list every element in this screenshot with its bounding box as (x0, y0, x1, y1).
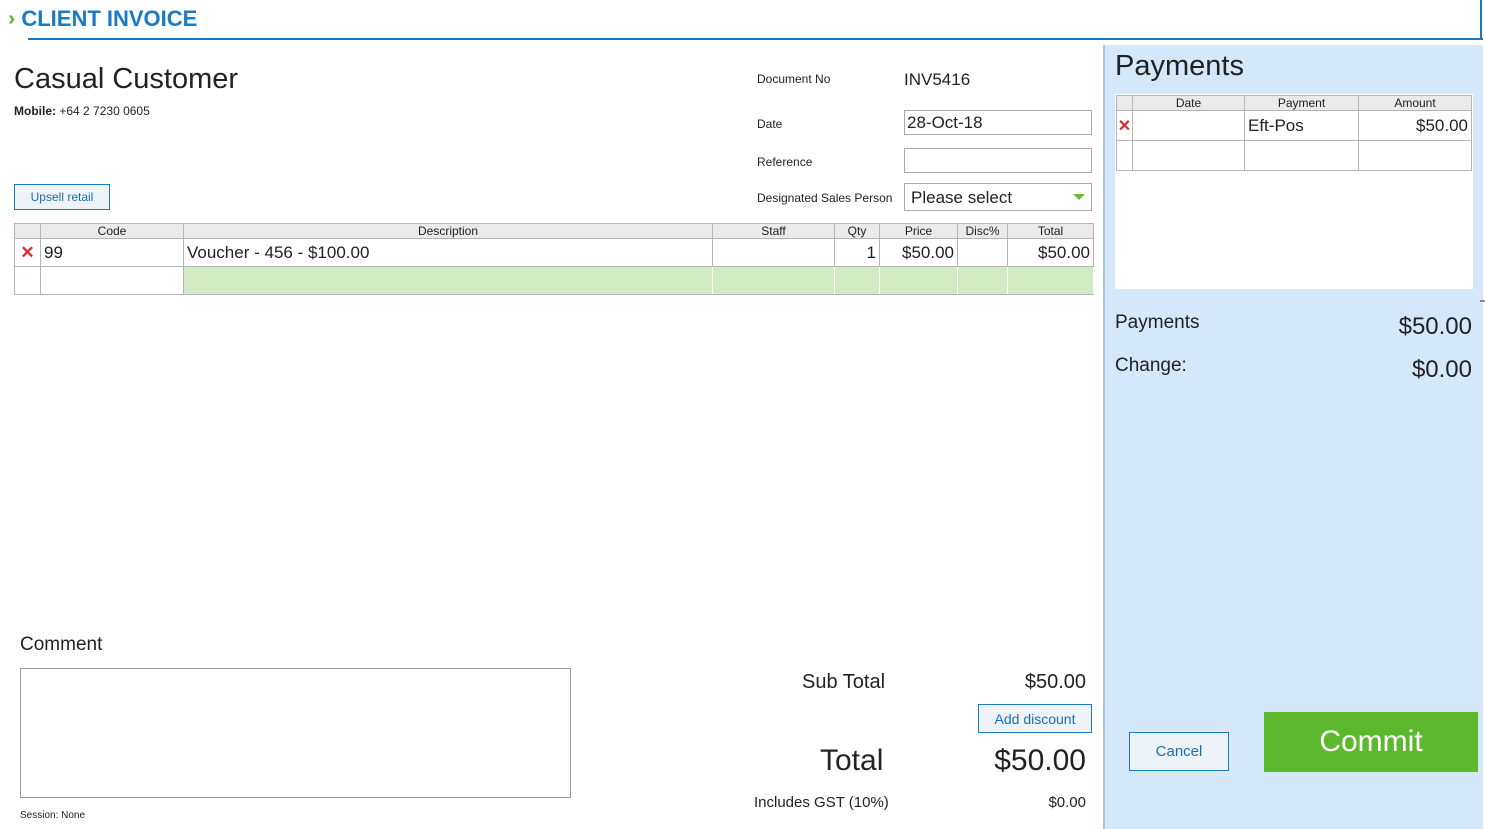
payments-header-date[interactable]: Date (1132, 95, 1245, 111)
document-no-label: Document No (757, 72, 831, 86)
line-price[interactable]: $50.00 (879, 238, 958, 267)
column-header-code[interactable]: Code (40, 223, 184, 239)
total-label: Total (820, 744, 884, 777)
table-row-new (14, 266, 1094, 295)
reference-label: Reference (757, 155, 813, 169)
line-qty[interactable]: 1 (834, 238, 880, 267)
comment-label: Comment (20, 634, 103, 655)
payments-table: Date Payment Amount ✕ Eft-Pos $50.00 (1116, 95, 1472, 171)
customer-mobile: Mobile: +64 2 7230 0605 (14, 104, 150, 118)
total-value: $50.00 (994, 744, 1086, 777)
upsell-retail-button[interactable]: Upsell retail (14, 184, 110, 210)
gst-value: $0.00 (1048, 794, 1086, 811)
document-no-value: INV5416 (904, 70, 971, 89)
delete-line-icon[interactable]: ✕ (14, 238, 41, 267)
mobile-label: Mobile: (14, 104, 56, 118)
column-header-total[interactable]: Total (1007, 223, 1094, 239)
dropdown-caret-icon (1073, 194, 1085, 200)
header-divider (28, 38, 1483, 40)
line-code[interactable]: 99 (40, 238, 184, 267)
payments-header-row: Date Payment Amount (1116, 95, 1472, 111)
payment-row: ✕ Eft-Pos $50.00 (1116, 110, 1472, 141)
gst-label: Includes GST (10%) (754, 794, 889, 811)
new-payment-date[interactable] (1132, 140, 1245, 171)
comment-textarea[interactable] (20, 668, 571, 798)
payment-method[interactable]: Eft-Pos (1244, 110, 1359, 141)
payments-header-payment[interactable]: Payment (1244, 95, 1359, 111)
sales-person-value: Please select (911, 188, 1013, 207)
change-label: Change: (1115, 355, 1187, 376)
payments-header-delete (1116, 95, 1133, 111)
line-staff[interactable] (712, 238, 835, 267)
payment-date[interactable] (1132, 110, 1245, 141)
page-header: ›› CLIENT INVOICE (8, 4, 197, 34)
sub-total-value: $50.00 (1024, 671, 1086, 693)
payment-row-new (1116, 140, 1472, 171)
column-header-delete (14, 223, 41, 239)
column-header-price[interactable]: Price (879, 223, 958, 239)
new-line-total (1007, 266, 1094, 295)
column-header-description[interactable]: Description (183, 223, 713, 239)
add-discount-button[interactable]: Add discount (978, 704, 1092, 733)
payments-header-amount[interactable]: Amount (1358, 95, 1472, 111)
reference-field[interactable] (904, 148, 1092, 173)
new-payment-amount[interactable] (1358, 140, 1472, 171)
mobile-value: +64 2 7230 0605 (59, 104, 150, 118)
payments-total-label: Payments (1115, 312, 1200, 333)
cancel-button[interactable]: Cancel (1129, 732, 1229, 771)
page-title: CLIENT INVOICE (21, 6, 198, 31)
window-edge (1480, 0, 1482, 40)
table-header-row: Code Description Staff Qty Price Disc% T… (14, 223, 1094, 239)
column-header-qty[interactable]: Qty (834, 223, 880, 239)
new-line-staff[interactable] (712, 266, 835, 295)
new-payment-delete-cell (1116, 140, 1133, 171)
sales-person-label: Designated Sales Person (757, 191, 893, 205)
double-chevron-right-icon: ›› (8, 7, 17, 30)
column-header-disc[interactable]: Disc% (957, 223, 1008, 239)
sub-total-label: Sub Total (802, 671, 886, 693)
new-line-description[interactable] (183, 266, 713, 295)
date-label: Date (757, 117, 783, 131)
payments-total-value: $50.00 (1398, 313, 1472, 340)
new-line-delete-cell (14, 266, 41, 295)
new-payment-method[interactable] (1244, 140, 1359, 171)
line-disc[interactable] (957, 238, 1008, 267)
new-line-disc[interactable] (957, 266, 1008, 295)
new-line-qty[interactable] (834, 266, 880, 295)
new-line-code[interactable] (40, 266, 184, 295)
payment-amount[interactable]: $50.00 (1358, 110, 1472, 141)
line-description[interactable]: Voucher - 456 - $100.00 (183, 238, 713, 267)
payments-title: Payments (1115, 50, 1244, 82)
date-field[interactable]: 28-Oct-18 (904, 110, 1092, 135)
customer-name[interactable]: Casual Customer (14, 63, 238, 96)
invoice-lines-table: Code Description Staff Qty Price Disc% T… (14, 223, 1094, 295)
table-row: ✕ 99 Voucher - 456 - $100.00 1 $50.00 $5… (14, 238, 1094, 267)
line-total: $50.00 (1007, 238, 1094, 267)
commit-button[interactable]: Commit (1264, 712, 1478, 772)
session-text: Session: None (20, 810, 86, 821)
new-line-price[interactable] (879, 266, 958, 295)
sales-person-select[interactable]: Please select (904, 183, 1092, 211)
change-value: $0.00 (1411, 356, 1472, 383)
scroll-edge-mark (1480, 300, 1485, 302)
delete-payment-icon[interactable]: ✕ (1116, 110, 1133, 141)
column-header-staff[interactable]: Staff (712, 223, 835, 239)
